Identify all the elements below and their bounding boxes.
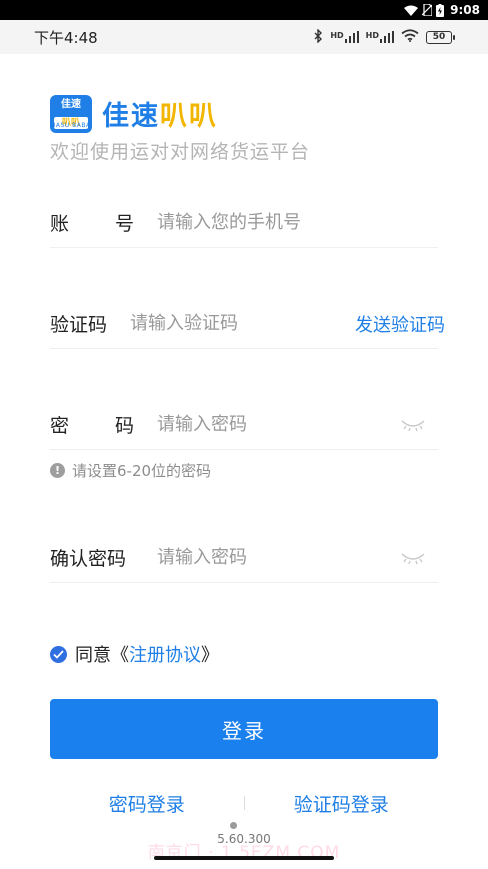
label-char: 账	[50, 213, 70, 235]
password-input[interactable]	[157, 414, 400, 435]
agreement-prefix: 同意《	[75, 645, 129, 666]
hd-label: HD	[365, 31, 379, 40]
home-indicator[interactable]	[154, 856, 334, 860]
eye-closed-icon[interactable]	[400, 418, 426, 432]
welcome-subtitle: 欢迎使用运对对网络货运平台	[50, 141, 311, 163]
account-label: 账 号	[50, 209, 134, 236]
system-bar: 9:08	[0, 0, 488, 20]
code-login-link[interactable]: 验证码登录	[245, 790, 439, 817]
label-char: 密	[50, 415, 70, 437]
confirm-password-row: 确认密码	[50, 533, 438, 583]
account-row: 账 号	[50, 198, 438, 248]
logo-mark-top: 佳速	[61, 98, 81, 110]
send-code-button[interactable]: 发送验证码	[355, 311, 445, 337]
wifi-icon	[401, 29, 419, 45]
bluetooth-icon	[314, 27, 323, 46]
version-dot	[230, 822, 237, 829]
battery-icon: 50	[426, 30, 455, 44]
agreement: 同意《注册协议》	[50, 641, 219, 667]
code-input[interactable]	[130, 313, 356, 334]
label-char: 码	[88, 314, 108, 336]
logo-name-b: 叭叭	[160, 101, 218, 132]
signal-icon: HD	[366, 31, 394, 43]
battery-charging-icon	[436, 3, 445, 17]
eye-closed-icon[interactable]	[400, 551, 426, 565]
status-icons: HD HD 50	[314, 27, 455, 46]
password-hint-text: 请设置6-20位的密码	[72, 462, 212, 480]
code-row: 验 证 码 发送验证码	[50, 299, 445, 349]
code-label: 验 证 码	[50, 310, 107, 337]
alt-login-links: 密码登录 验证码登录	[50, 788, 438, 818]
check-icon	[53, 649, 64, 659]
system-time: 9:08	[450, 3, 480, 17]
label-char: 号	[114, 213, 134, 235]
agreement-text: 同意《注册协议》	[75, 641, 219, 667]
login-button[interactable]: 登录	[50, 699, 438, 759]
phone-input[interactable]	[157, 212, 438, 233]
app-version: 5.60.300	[217, 832, 271, 846]
status-time: 下午4:48	[34, 28, 98, 47]
password-login-link[interactable]: 密码登录	[50, 790, 244, 817]
hd-label: HD	[330, 31, 344, 40]
agreement-suffix: 》	[201, 645, 219, 666]
sim-blocked-icon	[422, 4, 433, 16]
confirm-password-label: 确认密码	[50, 548, 127, 570]
info-icon: !	[50, 463, 65, 478]
signal-icon: HD	[330, 31, 359, 43]
agreement-link[interactable]: 注册协议	[129, 645, 201, 666]
label-char: 码	[114, 415, 134, 437]
logo-name: 佳速叭叭	[102, 94, 218, 133]
label-char: 验	[50, 314, 70, 336]
password-row: 密 码	[50, 400, 438, 450]
label-char: 证	[69, 314, 89, 336]
password-label: 密 码	[50, 411, 134, 438]
confirm-password-input[interactable]	[157, 547, 400, 568]
wifi-icon	[404, 5, 419, 16]
logo-mark-sub: JIASU BABA	[51, 122, 91, 129]
logo-name-a: 佳速	[102, 101, 160, 132]
password-hint: ! 请设置6-20位的密码	[50, 460, 211, 481]
login-screen: 9:08 下午4:48 HD HD 50 佳速 叭叭 佳速叭叭 JIASU BA…	[0, 0, 488, 869]
agree-checkbox[interactable]	[50, 645, 67, 663]
status-bar: 下午4:48 HD HD 50	[0, 20, 488, 54]
